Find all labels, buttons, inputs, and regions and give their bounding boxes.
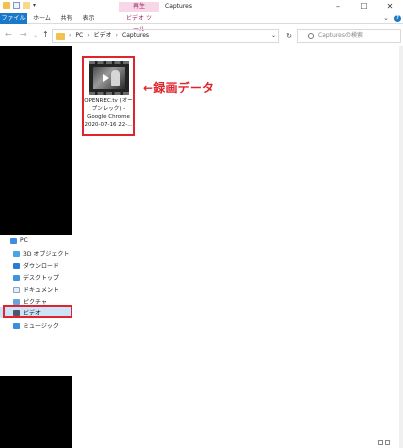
close-button[interactable]: ✕ xyxy=(377,0,403,13)
videos-highlight-frame xyxy=(3,305,73,318)
pictures-icon xyxy=(13,298,20,305)
file-name-line: Google Chrome xyxy=(87,114,130,120)
file-name-line: 2020-07-16 22-... xyxy=(84,122,133,128)
tab-share[interactable]: 共有 xyxy=(58,13,75,24)
play-icon xyxy=(103,74,109,82)
address-dropdown-chevron-icon[interactable]: ⌄ xyxy=(271,30,276,42)
sidebar-item-label: 3D オブジェクト xyxy=(23,251,70,258)
annotation-label: ←録画データ xyxy=(143,81,215,95)
sidebar-item-desktop[interactable]: デスクトップ xyxy=(0,272,72,283)
sidebar-item-label: デスクトップ xyxy=(23,275,60,282)
sidebar-item-music[interactable]: ミュージック xyxy=(0,320,72,331)
address-row: ← → ⌄ ↑ › PC › ビデオ › Captures ⌄ ↻ Captur… xyxy=(0,26,403,46)
3d-objects-icon xyxy=(13,250,20,257)
up-arrow-icon[interactable]: ↑ xyxy=(42,30,49,39)
file-name-line: プンレック) - xyxy=(91,106,126,112)
music-icon xyxy=(13,322,20,329)
breadcrumb-chevron-icon[interactable]: › xyxy=(87,30,89,42)
search-input[interactable]: Capturesの検索 xyxy=(297,29,401,43)
maximize-button[interactable]: ☐ xyxy=(351,0,377,13)
expand-ribbon-chevron-icon[interactable]: ⌄ xyxy=(383,14,389,22)
thumbnail-figure xyxy=(111,70,120,86)
sidebar-item-downloads[interactable]: ダウンロード xyxy=(0,260,72,271)
breadcrumb-item-captures[interactable]: Captures xyxy=(122,30,149,42)
search-placeholder: Capturesの検索 xyxy=(318,32,363,39)
context-tab-play[interactable]: 再生 xyxy=(119,2,159,12)
customize-toolbar-chevron-icon[interactable]: ▾ xyxy=(33,2,39,9)
document-icon xyxy=(13,286,20,293)
sidebar-item-label: ミュージック xyxy=(23,323,59,330)
tab-file[interactable]: ファイル xyxy=(0,13,27,24)
breadcrumb-item-videos[interactable]: ビデオ xyxy=(94,30,112,42)
back-arrow-icon[interactable]: ← xyxy=(5,30,12,39)
file-name-line: OPENREC.tv (オー xyxy=(84,98,133,104)
breadcrumb-item-pc[interactable]: PC xyxy=(75,30,83,42)
folder-icon xyxy=(56,33,65,40)
vertical-scrollbar[interactable] xyxy=(399,46,403,448)
pc-icon xyxy=(10,237,17,244)
video-thumbnail[interactable] xyxy=(89,61,129,95)
breadcrumb-chevron-icon[interactable]: › xyxy=(116,30,118,42)
forward-arrow-icon[interactable]: → xyxy=(20,30,27,39)
details-view-icon[interactable] xyxy=(378,440,383,445)
large-icons-view-icon[interactable] xyxy=(385,440,390,445)
sidebar-item-pc[interactable]: PC xyxy=(0,235,72,246)
tab-home[interactable]: ホーム xyxy=(31,13,53,24)
navigation-pane: PC 3D オブジェクト ダウンロード デスクトップ ドキュメント ピクチャ ビ… xyxy=(0,46,72,448)
desktop-icon xyxy=(13,274,20,281)
download-icon xyxy=(13,262,20,269)
sidebar-item-label: ダウンロード xyxy=(23,263,60,270)
tab-video-tools[interactable]: ビデオ ツール xyxy=(124,13,154,33)
title-bar: ▾ 再生 Captures – ☐ ✕ xyxy=(0,0,403,13)
folder-icon[interactable] xyxy=(3,2,10,9)
address-bar[interactable]: › PC › ビデオ › Captures ⌄ xyxy=(52,29,279,43)
breadcrumb: › PC › ビデオ › Captures xyxy=(69,30,149,42)
sidebar-item-label: PC xyxy=(20,237,28,244)
refresh-icon[interactable]: ↻ xyxy=(283,29,295,43)
quick-access-toolbar: ▾ xyxy=(3,2,39,9)
breadcrumb-chevron-icon[interactable]: › xyxy=(69,30,71,42)
recent-locations-chevron-icon[interactable]: ⌄ xyxy=(33,32,38,39)
thumbnail-scene xyxy=(93,67,125,89)
file-name[interactable]: OPENREC.tv (オー プンレック) - Google Chrome 20… xyxy=(84,97,133,129)
sidebar-item-3d-objects[interactable]: 3D オブジェクト xyxy=(0,248,72,259)
view-mode-buttons xyxy=(378,440,390,445)
search-icon xyxy=(308,33,314,39)
window-title: Captures xyxy=(165,3,192,10)
minimize-button[interactable]: – xyxy=(325,0,351,13)
properties-icon[interactable] xyxy=(13,2,20,9)
sidebar-item-documents[interactable]: ドキュメント xyxy=(0,284,72,295)
sidebar-item-label: ドキュメント xyxy=(23,287,60,294)
tab-view[interactable]: 表示 xyxy=(80,13,97,24)
help-icon[interactable]: ? xyxy=(394,15,401,22)
new-folder-icon[interactable] xyxy=(23,2,30,9)
ribbon-tabs: ファイル ホーム 共有 表示 ビデオ ツール ⌄ ? xyxy=(0,13,403,33)
